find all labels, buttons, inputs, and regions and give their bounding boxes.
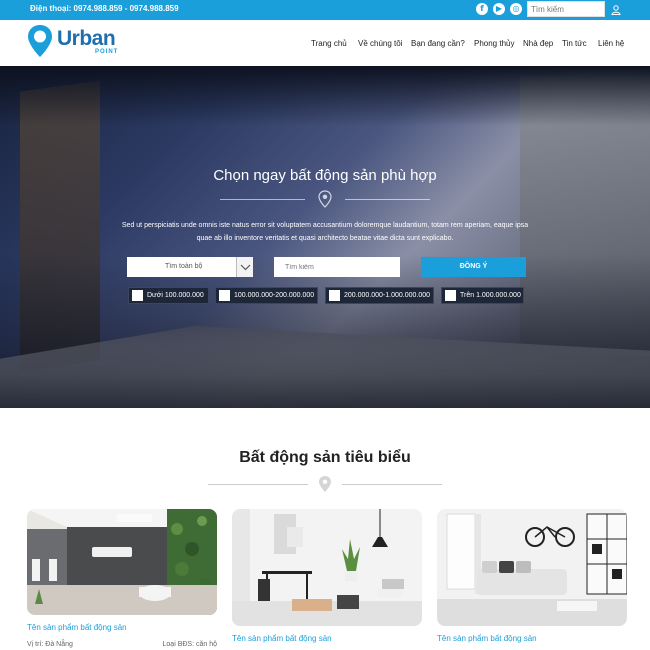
bedroom-photo <box>437 509 627 626</box>
hero-search-input[interactable] <box>274 257 400 277</box>
price-filter-1[interactable]: Dưới 100.000.000 <box>128 287 209 304</box>
property-type: Loại BĐS: căn hộ <box>162 641 217 648</box>
nav-item-home[interactable]: Trang chủ <box>311 39 347 48</box>
property-name[interactable]: Tên sản phẩm bất động sản <box>232 634 332 643</box>
property-location: Vị trí: Đà Nẵng <box>27 641 73 648</box>
section-divider-left <box>208 484 308 485</box>
price-filter-label: 100.000.000-200.000.000 <box>234 292 315 299</box>
category-select[interactable]: Tìm toàn bộ <box>127 257 253 277</box>
youtube-icon[interactable]: ▶ <box>493 3 505 15</box>
price-filter-label: 200.000.000-1.000.000.000 <box>344 292 431 299</box>
category-select-value: Tìm toàn bộ <box>165 263 203 270</box>
property-name[interactable]: Tên sản phẩm bất động sản <box>27 623 127 632</box>
logo-text: Urban <box>57 27 116 50</box>
chevron-down-icon[interactable] <box>236 257 253 277</box>
checkbox[interactable] <box>445 290 456 301</box>
nav-item-fengshui[interactable]: Phong thủy <box>474 39 514 48</box>
living-room-photo <box>232 509 422 626</box>
submit-button[interactable]: ĐỒNG Ý <box>421 257 526 277</box>
instagram-icon[interactable]: ◎ <box>510 3 522 15</box>
section-title: Bất động sản tiêu biểu <box>239 449 411 466</box>
top-bar: Điện thoại: 0974.988.859 - 0974.988.859 … <box>0 0 650 20</box>
section-divider-right <box>342 484 442 485</box>
top-search-input[interactable] <box>527 1 605 17</box>
hero-divider-right <box>345 199 430 200</box>
property-image[interactable] <box>232 509 422 626</box>
nav-item-about[interactable]: Về chúng tôi <box>358 39 402 48</box>
site-header: Urban POINT Trang chủ Về chúng tôi Bạn đ… <box>0 20 650 66</box>
hero-banner: Chọn ngay bất động sản phù hợp Sed ut pe… <box>0 66 650 408</box>
logo[interactable]: Urban POINT <box>27 24 127 58</box>
checkbox[interactable] <box>132 290 143 301</box>
location-pin-icon <box>319 476 331 492</box>
price-filter-label: Dưới 100.000.000 <box>147 292 204 299</box>
location-pin-icon <box>28 25 52 57</box>
facebook-icon[interactable]: f <box>476 3 488 15</box>
nav-item-news[interactable]: Tin tức <box>562 39 587 48</box>
phone-info: Điện thoại: 0974.988.859 - 0974.988.859 <box>30 4 179 13</box>
nav-item-contact[interactable]: Liên hệ <box>598 39 624 48</box>
user-icon[interactable] <box>610 4 622 16</box>
property-image[interactable] <box>437 509 627 626</box>
price-filter-4[interactable]: Trên 1.000.000.000 <box>441 287 524 304</box>
property-name[interactable]: Tên sản phẩm bất động sản <box>437 634 537 643</box>
logo-subtext: POINT <box>95 49 119 55</box>
hero-description: Sed ut perspiciatis unde omnis iste natu… <box>121 222 529 242</box>
price-filter-2[interactable]: 100.000.000-200.000.000 <box>215 287 318 304</box>
price-filter-3[interactable]: 200.000.000-1.000.000.000 <box>325 287 434 304</box>
hero-divider-left <box>220 199 305 200</box>
checkbox[interactable] <box>219 290 230 301</box>
nav-item-needs[interactable]: Bạn đang cần? <box>411 39 465 48</box>
hero-title: Chọn ngay bất động sản phù hợp <box>213 167 437 184</box>
checkbox[interactable] <box>329 290 340 301</box>
location-pin-icon <box>318 190 332 208</box>
bathroom-photo <box>27 509 217 615</box>
price-filter-label: Trên 1.000.000.000 <box>460 292 521 299</box>
nav-item-beautiful-homes[interactable]: Nhà đẹp <box>523 39 553 48</box>
property-image[interactable] <box>27 509 217 615</box>
